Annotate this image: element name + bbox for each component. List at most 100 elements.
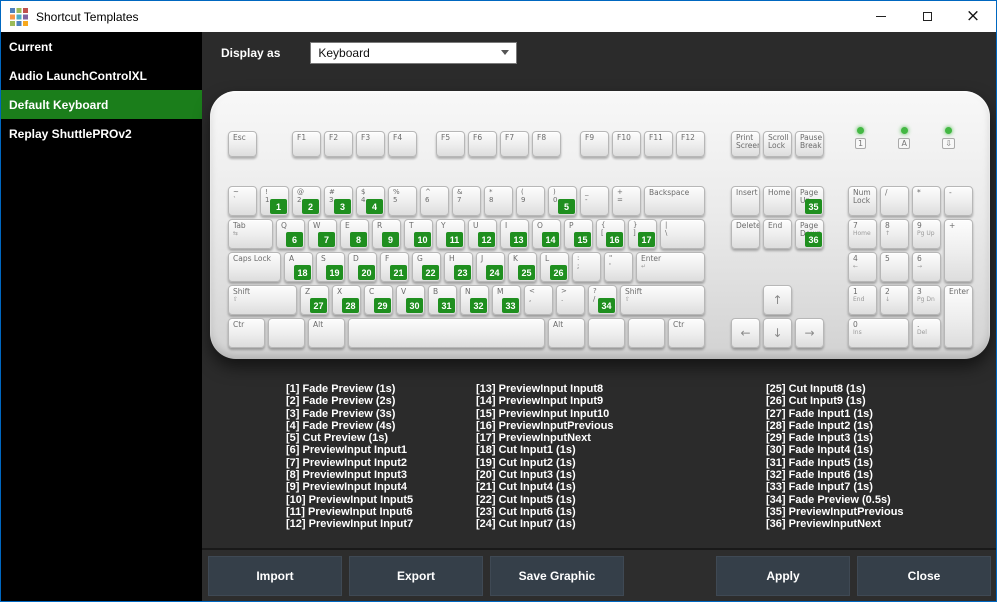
key-label: D <box>353 254 359 263</box>
key-label: ~ ` <box>233 188 239 204</box>
sidebar-item-current[interactable]: Current <box>1 32 202 61</box>
apply-button[interactable]: Apply <box>716 555 850 596</box>
key-label: I <box>505 221 508 230</box>
led-icon: ⇩ <box>942 138 955 149</box>
key-g: G 22 <box>412 252 441 282</box>
sidebar-item-default-keyboard[interactable]: Default Keyboard <box>1 90 202 119</box>
key-0: ) 0 5 <box>548 186 577 216</box>
legend-entry: [12] PreviewInput Input7 <box>286 518 414 531</box>
export-button[interactable]: Export <box>349 555 483 596</box>
import-button[interactable]: Import <box>208 555 342 596</box>
legend-entry: [21] Cut Input4 (1s) <box>476 481 576 494</box>
key-label: N <box>465 287 471 296</box>
key-7: 7 Home <box>848 219 877 249</box>
key-label: - <box>949 188 952 197</box>
key-label <box>629 319 664 321</box>
shortcut-badge-13: 13 <box>510 232 527 247</box>
keyboard-nav-section: Print Screen Scroll Lock Pause Break Inser… <box>731 131 824 348</box>
numpad: Num Lock / * -7 Home 8 ↑ 9 Pg Up +4 ← 5 6 → 1 End 2 ↓ 3 Pg … <box>848 186 973 348</box>
key-label: B <box>433 287 439 296</box>
key-label: Num Lock <box>853 188 871 205</box>
key-sublabel: ↑ <box>885 230 891 237</box>
key-label: Enter <box>641 254 662 263</box>
key-blank: + = <box>612 186 641 216</box>
shortcut-badge-27: 27 <box>310 298 327 313</box>
key-label: Alt <box>313 320 324 329</box>
key-home: Home <box>763 186 792 216</box>
shortcut-badge-18: 18 <box>294 265 311 280</box>
legend-entry: [6] PreviewInput Input1 <box>286 444 408 457</box>
key-blank: _ - <box>580 186 609 216</box>
key-sublabel: End <box>853 296 865 303</box>
key-sublabel: ↓ <box>885 296 891 303</box>
shortcut-badge-36: 36 <box>805 232 822 247</box>
key-delete: Delete <box>731 219 760 249</box>
key-j: J 24 <box>476 252 505 282</box>
key-label: F <box>385 254 390 263</box>
key-label: F5 <box>441 133 451 142</box>
key-label: 2 <box>885 287 890 296</box>
key-label: >. <box>561 287 567 303</box>
legend-entry: [15] PreviewInput Input10 <box>476 407 610 420</box>
legend-entry: [8] PreviewInput Input3 <box>286 469 408 482</box>
sidebar-item-replay-shuttleprov2[interactable]: Replay ShuttlePROv2 <box>1 119 202 148</box>
key-label: F3 <box>361 133 371 142</box>
key-label: Enter <box>949 287 970 296</box>
key-label: _ - <box>585 188 589 204</box>
key-ctr: Ctr <box>228 318 265 348</box>
key-a: A 18 <box>284 252 313 282</box>
key-c: C 29 <box>364 285 393 315</box>
key-label: Shift <box>233 287 251 296</box>
key-sublabel: → <box>917 263 923 270</box>
key-label: Q <box>281 221 287 230</box>
maximize-button[interactable] <box>904 1 950 32</box>
key-4: $4 4 <box>356 186 385 216</box>
legend-entry: [3] Fade Preview (3s) <box>286 407 396 420</box>
key-page-up: Page Up35 <box>795 186 824 216</box>
key-t: T 10 <box>404 219 433 249</box>
key-3: #3 3 <box>324 186 353 216</box>
legend-entry: [34] Fade Preview (0.5s) <box>766 493 891 506</box>
key-blank: ~ ` <box>228 186 257 216</box>
key-2: @2 2 <box>292 186 321 216</box>
key-1: ! 1 1 <box>260 186 289 216</box>
key-shift: Shift ⇧ <box>620 285 705 315</box>
maximize-icon <box>922 12 932 21</box>
main-panel: Display as Keyboard Esc F1 F2 F3 F4 F5 F6 F7 F8 F… <box>202 32 996 601</box>
key-7: & 7 <box>452 186 481 216</box>
key-i: I 13 <box>500 219 529 249</box>
key-label: ↓ <box>772 326 783 340</box>
key-blank: → <box>795 318 824 348</box>
close-button[interactable]: × <box>950 1 996 32</box>
key-b: B 31 <box>428 285 457 315</box>
minimize-button[interactable] <box>858 1 904 32</box>
key-enter: Enter <box>944 285 973 348</box>
app-icon <box>10 7 28 26</box>
key-label: | \ <box>665 221 668 237</box>
legend-entry: [23] Cut Input6 (1s) <box>476 505 576 518</box>
legend-entry: [4] Fade Preview (4s) <box>286 419 396 432</box>
key-label: V <box>401 287 407 296</box>
key-f10: F10 <box>612 131 641 157</box>
key-backspace: Backspace <box>644 186 705 216</box>
key-blank: :; <box>572 252 601 282</box>
key-label: F9 <box>585 133 595 142</box>
shortcut-badge-32: 32 <box>470 298 487 313</box>
legend-entry: [30] Fade Input4 (1s) <box>766 444 873 457</box>
key-blank: ← <box>731 318 760 348</box>
shortcut-badge-16: 16 <box>606 232 623 247</box>
display-as-dropdown[interactable]: Keyboard <box>310 41 518 64</box>
sidebar-item-audio-launchcontrolxl[interactable]: Audio LaunchControlXL <box>1 61 202 90</box>
keyboard-preview-area: Esc F1 F2 F3 F4 F5 F6 F7 F8 F9 F10 F11 F12 ~ `! 1 1 @2 2 #… <box>202 73 996 548</box>
save-graphic-button[interactable]: Save Graphic <box>490 555 624 596</box>
close-icon: × <box>965 6 981 26</box>
shortcut-badge-14: 14 <box>542 232 559 247</box>
key-sublabel: ⇧ <box>625 296 631 303</box>
key-f9: F9 <box>580 131 609 157</box>
shortcut-badge-19: 19 <box>326 265 343 280</box>
close-button[interactable]: Close <box>857 555 991 596</box>
key-blank: {[16 <box>596 219 625 249</box>
key-3: 3 Pg Dn <box>912 285 941 315</box>
legend-entry: [33] Fade Input7 (1s) <box>766 481 873 494</box>
key-label: F12 <box>681 133 695 142</box>
